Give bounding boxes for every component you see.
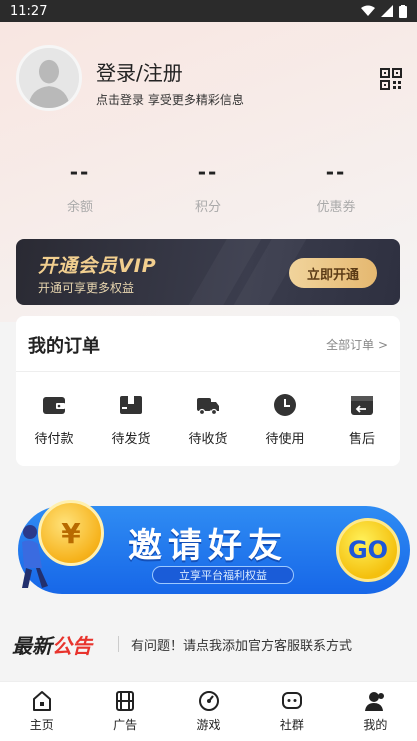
stat-balance[interactable]: -- 余额 bbox=[20, 160, 140, 215]
announcement-bar[interactable]: 最新公告 有问题！请点我添加官方客服联系方式 bbox=[12, 628, 407, 660]
stat-value: -- bbox=[69, 160, 91, 184]
order-label: 待使用 bbox=[265, 432, 305, 447]
tab-label: 主页 bbox=[29, 718, 54, 732]
tab-label: 广告 bbox=[113, 718, 138, 732]
wallet-icon bbox=[43, 397, 65, 414]
invite-subtitle: 立享平台福利权益 bbox=[152, 566, 294, 584]
my-orders-card: 我的订单 全部订单 > 待付款 待发货 待收货 待使用 售后 bbox=[16, 316, 400, 466]
account-stats: -- 余额 -- 积分 -- 优惠券 bbox=[0, 160, 417, 220]
tab-ads[interactable]: 广告 bbox=[83, 682, 166, 741]
clock-icon bbox=[274, 394, 296, 416]
order-pending-shipment[interactable]: 待发货 bbox=[93, 392, 169, 447]
announcement-logo-part2: 公告 bbox=[52, 633, 92, 658]
order-label: 售后 bbox=[348, 432, 375, 447]
divider bbox=[16, 371, 400, 372]
film-icon bbox=[116, 691, 135, 711]
orders-title: 我的订单 bbox=[28, 336, 100, 357]
announcement-logo: 最新公告 bbox=[12, 630, 110, 659]
invite-go-button[interactable]: GO bbox=[336, 518, 400, 582]
stat-label: 积分 bbox=[194, 200, 221, 215]
home-icon bbox=[32, 691, 51, 711]
tab-home[interactable]: 主页 bbox=[0, 682, 83, 741]
tab-label: 社群 bbox=[279, 718, 304, 732]
vip-banner[interactable]: 开通会员VIP 开通可享更多权益 立即开通 bbox=[16, 239, 400, 305]
announcement-logo-part1: 最新 bbox=[12, 633, 52, 658]
truck-icon bbox=[197, 398, 219, 416]
order-label: 待付款 bbox=[34, 432, 74, 447]
divider bbox=[118, 636, 119, 652]
all-orders-link[interactable]: 全部订单 > bbox=[326, 336, 388, 353]
status-time: 11:27 bbox=[10, 3, 48, 19]
invite-friends-banner[interactable]: ¥ 邀请好友 立享平台福利权益 GO bbox=[10, 500, 410, 600]
tab-community[interactable]: 社群 bbox=[250, 682, 333, 741]
box-icon bbox=[120, 396, 142, 414]
tab-me[interactable]: 我的 bbox=[334, 682, 417, 741]
stat-coupons[interactable]: -- 优惠券 bbox=[276, 160, 396, 215]
order-label: 待发货 bbox=[111, 432, 151, 447]
status-icons bbox=[361, 4, 407, 18]
user-icon bbox=[365, 692, 385, 711]
login-subtitle[interactable]: 点击登录 享受更多精彩信息 bbox=[96, 91, 244, 108]
wifi-icon bbox=[361, 5, 375, 16]
tab-label: 游戏 bbox=[196, 718, 221, 732]
qr-code-icon[interactable] bbox=[380, 68, 402, 90]
signal-icon bbox=[381, 5, 393, 17]
gauge-icon bbox=[198, 691, 219, 711]
stat-value: -- bbox=[325, 160, 347, 184]
status-bar: 11:27 bbox=[0, 0, 417, 22]
stat-label: 余额 bbox=[66, 200, 93, 215]
order-pending-receipt[interactable]: 待收货 bbox=[170, 392, 246, 447]
battery-icon bbox=[399, 4, 407, 18]
invite-title: 邀请好友 bbox=[128, 526, 288, 566]
chat-icon bbox=[281, 692, 302, 709]
tab-label: 我的 bbox=[363, 718, 388, 732]
stat-label: 优惠券 bbox=[316, 200, 356, 215]
default-avatar-icon bbox=[19, 48, 79, 108]
vip-subtitle: 开通可享更多权益 bbox=[38, 281, 135, 295]
bottom-tab-bar: 主页 广告 游戏 社群 我的 bbox=[0, 681, 417, 741]
order-after-sales[interactable]: 售后 bbox=[324, 392, 400, 447]
stat-value: -- bbox=[197, 160, 219, 184]
vip-title: 开通会员VIP bbox=[38, 255, 157, 277]
order-label: 待收货 bbox=[188, 432, 228, 447]
stat-points[interactable]: -- 积分 bbox=[148, 160, 268, 215]
announcement-text[interactable]: 有问题！请点我添加官方客服联系方式 bbox=[131, 635, 352, 654]
order-pending-payment[interactable]: 待付款 bbox=[16, 392, 92, 447]
vip-activate-button[interactable]: 立即开通 bbox=[289, 258, 377, 288]
order-pending-use[interactable]: 待使用 bbox=[247, 392, 323, 447]
avatar[interactable] bbox=[16, 45, 82, 111]
login-register-title[interactable]: 登录/注册 bbox=[96, 57, 183, 86]
yen-coin-icon: ¥ bbox=[38, 500, 104, 566]
return-icon bbox=[351, 396, 373, 415]
tab-games[interactable]: 游戏 bbox=[167, 682, 250, 741]
